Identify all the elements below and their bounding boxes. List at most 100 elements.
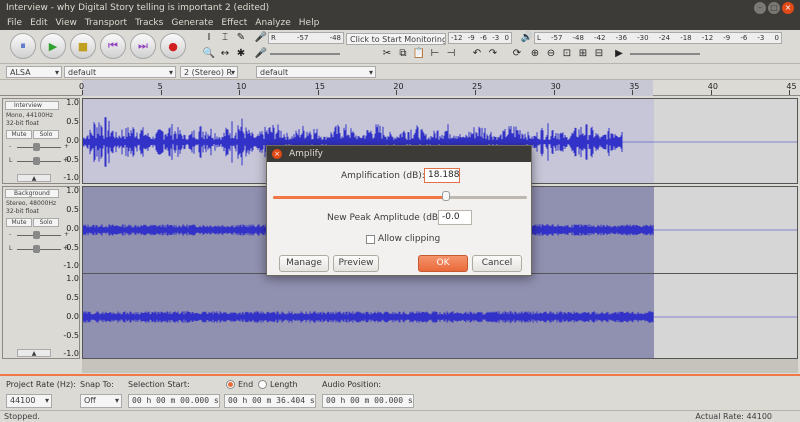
record-meter-tick: -48 xyxy=(329,34,341,42)
play-button[interactable]: ▶ xyxy=(40,33,66,59)
gain-slider[interactable]: - + xyxy=(9,231,69,239)
menu-tracks[interactable]: Tracks xyxy=(131,16,167,30)
playback-meter-label: L xyxy=(537,34,541,42)
record-meter[interactable]: R -57 -48 xyxy=(268,32,344,44)
recording-volume-slider[interactable] xyxy=(270,53,340,55)
track-name-menu[interactable]: Interview xyxy=(5,101,59,110)
multi-tool-icon[interactable]: ✱ xyxy=(234,47,248,61)
fit-selection-icon[interactable]: ⊡ xyxy=(560,47,574,61)
audio-host-select[interactable]: ALSA xyxy=(6,66,62,78)
solo-button[interactable]: Solo xyxy=(33,130,59,139)
playback-device-select[interactable]: default xyxy=(256,66,376,78)
ruler-tick-label: 20 xyxy=(393,82,404,91)
trim-icon[interactable]: ⊢ xyxy=(428,47,442,61)
zoom-tool-icon[interactable]: 🔍 xyxy=(202,47,216,61)
menu-effect[interactable]: Effect xyxy=(217,16,251,30)
project-rate-label: Project Rate (Hz): xyxy=(6,380,76,389)
peak-amplitude-input[interactable]: -0.0 xyxy=(438,210,472,225)
meter-tick: -12 xyxy=(701,34,714,42)
selection-start-time[interactable]: 00 h 00 m 00.000 s xyxy=(128,394,220,408)
zoom-toggle-icon[interactable]: ⊟ xyxy=(592,47,606,61)
ruler-tick-mark xyxy=(317,90,319,95)
amplification-slider[interactable] xyxy=(273,191,527,201)
record-meter-right[interactable]: -12 -9 -6 -3 0 xyxy=(448,32,512,44)
cancel-button[interactable]: Cancel xyxy=(472,255,522,272)
selection-tool-icon[interactable]: I xyxy=(202,31,216,45)
sync-lock-icon[interactable]: ⟳ xyxy=(510,47,524,61)
amplitude-label: -0.5 xyxy=(63,331,79,340)
menu-file[interactable]: File xyxy=(3,16,26,30)
redo-icon[interactable]: ↷ xyxy=(486,47,500,61)
amplitude-label: -1.0 xyxy=(63,173,79,182)
stop-button[interactable]: ■ xyxy=(70,33,96,59)
zoom-in-icon[interactable]: ⊕ xyxy=(528,47,542,61)
menu-analyze[interactable]: Analyze xyxy=(251,16,294,30)
ok-button[interactable]: OK xyxy=(418,255,468,272)
skip-to-end-button[interactable]: ⏭ xyxy=(130,33,156,59)
recording-channels-select[interactable]: 2 (Stereo) R xyxy=(180,66,238,78)
silence-icon[interactable]: ⊣ xyxy=(444,47,458,61)
amplitude-label: 1.0 xyxy=(66,186,79,195)
recording-device-select[interactable]: default xyxy=(64,66,176,78)
start-monitoring-button[interactable]: Click to Start Monitoring xyxy=(346,33,446,45)
track-format: Stereo, 48000Hz xyxy=(6,200,57,207)
play-at-speed-icon[interactable]: ▶ xyxy=(612,47,626,61)
pause-button[interactable]: ⏸ xyxy=(10,33,36,59)
pan-slider[interactable]: LR xyxy=(9,157,69,165)
close-icon[interactable]: × xyxy=(782,2,794,14)
end-radio[interactable] xyxy=(226,380,235,389)
allow-clipping-checkbox[interactable] xyxy=(366,235,375,244)
ruler-tick-label: 40 xyxy=(707,82,718,91)
audio-position-time[interactable]: 00 h 00 m 00.000 s xyxy=(322,394,414,408)
mute-button[interactable]: Mute xyxy=(6,218,32,227)
project-rate-select[interactable]: 44100 xyxy=(6,394,52,408)
menu-help[interactable]: Help xyxy=(295,16,324,30)
amplitude-label: 0.0 xyxy=(66,136,79,145)
pan-slider[interactable]: LR xyxy=(9,245,69,253)
snap-to-select[interactable]: Off xyxy=(80,394,122,408)
draw-tool-icon[interactable]: ✎ xyxy=(234,31,248,45)
track-name-menu[interactable]: Background xyxy=(5,189,59,198)
selection-end-time[interactable]: 00 h 00 m 36.404 s xyxy=(224,394,316,408)
maximize-icon[interactable]: □ xyxy=(768,2,780,14)
mute-button[interactable]: Mute xyxy=(6,130,32,139)
dialog-close-icon[interactable]: × xyxy=(272,149,282,159)
meter-tick: 0 xyxy=(504,34,509,42)
menu-edit[interactable]: Edit xyxy=(26,16,51,30)
menu-generate[interactable]: Generate xyxy=(167,16,217,30)
timeshift-tool-icon[interactable]: ↔ xyxy=(218,47,232,61)
ruler-tick-mark xyxy=(789,90,791,95)
menu-transport[interactable]: Transport xyxy=(81,16,131,30)
timeline-ruler[interactable]: 0 5 10 15 20 25 30 35 40 45 xyxy=(0,80,800,96)
length-radio[interactable] xyxy=(258,380,267,389)
copy-icon[interactable]: ⧉ xyxy=(396,47,410,61)
undo-icon[interactable]: ↶ xyxy=(470,47,484,61)
unselected-region xyxy=(654,274,797,358)
pan-left-label: L xyxy=(9,157,13,164)
record-button[interactable]: ● xyxy=(160,33,186,59)
skip-to-start-button[interactable]: ⏮ xyxy=(100,33,126,59)
collapse-track-button[interactable]: ▲ xyxy=(17,349,51,357)
cut-icon[interactable]: ✂ xyxy=(380,47,394,61)
envelope-tool-icon[interactable]: ⌶ xyxy=(218,31,232,45)
preview-button[interactable]: Preview xyxy=(333,255,379,272)
empty-track-area[interactable] xyxy=(82,359,798,373)
ruler-tick-mark xyxy=(160,90,162,95)
gain-slider[interactable]: - + xyxy=(9,143,69,151)
selection-start-label: Selection Start: xyxy=(128,380,190,389)
menu-view[interactable]: View xyxy=(52,16,81,30)
paste-icon[interactable]: 📋 xyxy=(412,47,426,61)
collapse-track-button[interactable]: ▲ xyxy=(17,174,51,182)
play-speed-slider[interactable] xyxy=(630,53,700,55)
solo-button[interactable]: Solo xyxy=(33,218,59,227)
amplification-input[interactable]: 18.188 xyxy=(424,168,460,183)
allow-clipping-label: Allow clipping xyxy=(378,234,441,244)
zoom-out-icon[interactable]: ⊖ xyxy=(544,47,558,61)
manage-button[interactable]: Manage xyxy=(279,255,329,272)
playback-meter[interactable]: L -57 -48 -42 -36 -30 -24 -18 -12 -9 -6 … xyxy=(534,32,782,44)
slider-thumb[interactable] xyxy=(441,191,450,201)
ruler-tick-label: 45 xyxy=(786,82,797,91)
fit-project-icon[interactable]: ⊞ xyxy=(576,47,590,61)
minimize-icon[interactable]: – xyxy=(754,2,766,14)
ruler-tick-label: 35 xyxy=(629,82,640,91)
